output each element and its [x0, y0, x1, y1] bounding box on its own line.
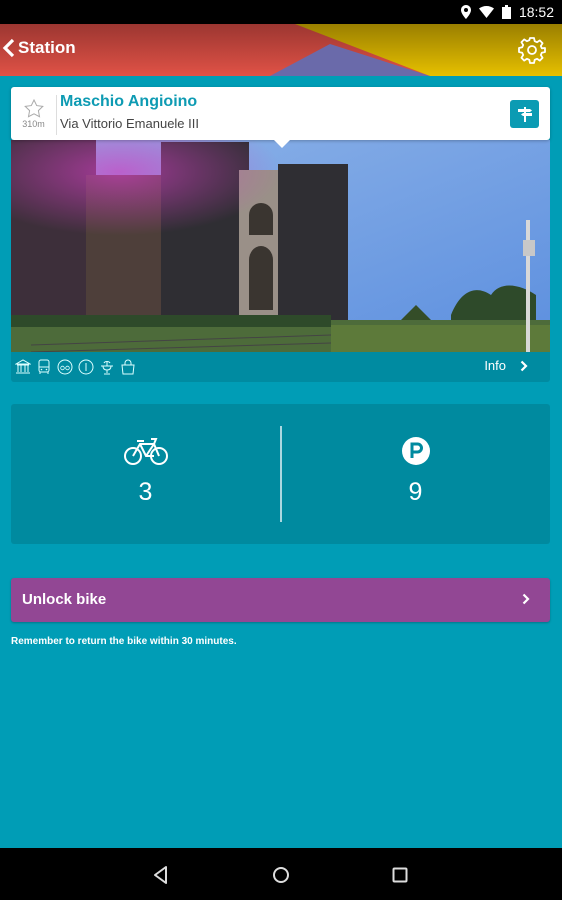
parking-count: 9: [408, 478, 423, 506]
app-bar-background: [0, 24, 562, 76]
star-icon: [23, 99, 44, 118]
system-nav-bar: [0, 848, 562, 900]
info-label: Info: [484, 358, 506, 373]
bus-icon: [38, 359, 50, 374]
info-icon: [78, 359, 94, 375]
chevron-left-icon: [2, 38, 15, 58]
status-bar: 18:52: [0, 0, 562, 24]
gear-icon[interactable]: [518, 36, 546, 64]
station-address: Via Vittorio Emanuele III: [60, 116, 199, 131]
home-nav-icon[interactable]: [270, 864, 292, 886]
bike-share-icon: [57, 359, 73, 375]
battery-icon: [501, 5, 511, 19]
info-link[interactable]: Info: [484, 358, 528, 373]
header-pointer: [273, 139, 291, 148]
wifi-icon: [478, 6, 494, 18]
distance: 310m: [22, 119, 45, 129]
back-button[interactable]: Station: [2, 38, 76, 58]
clock: 18:52: [518, 4, 554, 20]
app-bar: Station: [0, 24, 562, 76]
bikes-available: 3: [11, 404, 280, 544]
parking-icon: [401, 437, 430, 465]
shopping-bag-icon: [121, 359, 135, 375]
chevron-right-icon: [520, 360, 528, 371]
directions-button[interactable]: [510, 100, 539, 128]
unlock-bike-button[interactable]: Unlock bike: [11, 578, 550, 622]
fountain-icon: [101, 361, 113, 375]
bicycle-icon: [123, 438, 168, 465]
availability-panel: 3 9: [11, 404, 550, 544]
museum-icon: [15, 359, 31, 374]
station-card: 310m Maschio Angioino Via Vittorio Emanu…: [11, 87, 550, 382]
bikes-count: 3: [138, 478, 153, 506]
castle-image: [11, 140, 550, 352]
parking-available: 9: [281, 404, 550, 544]
favorite-button[interactable]: 310m: [11, 95, 57, 135]
amenities-bar: Info: [11, 352, 550, 382]
station-photo: [11, 140, 550, 352]
page-title: Station: [18, 38, 76, 57]
signpost-icon: [517, 107, 532, 122]
return-notice: Remember to return the bike within 30 mi…: [11, 636, 237, 647]
content: 310m Maschio Angioino Via Vittorio Emanu…: [0, 76, 562, 848]
station-name: Maschio Angioino: [60, 93, 198, 110]
chevron-right-icon: [522, 593, 530, 605]
back-nav-icon[interactable]: [150, 864, 172, 886]
unlock-bike-label: Unlock bike: [22, 591, 107, 608]
station-header: 310m Maschio Angioino Via Vittorio Emanu…: [11, 87, 550, 148]
location-icon: [460, 5, 471, 19]
recents-nav-icon[interactable]: [389, 864, 411, 886]
